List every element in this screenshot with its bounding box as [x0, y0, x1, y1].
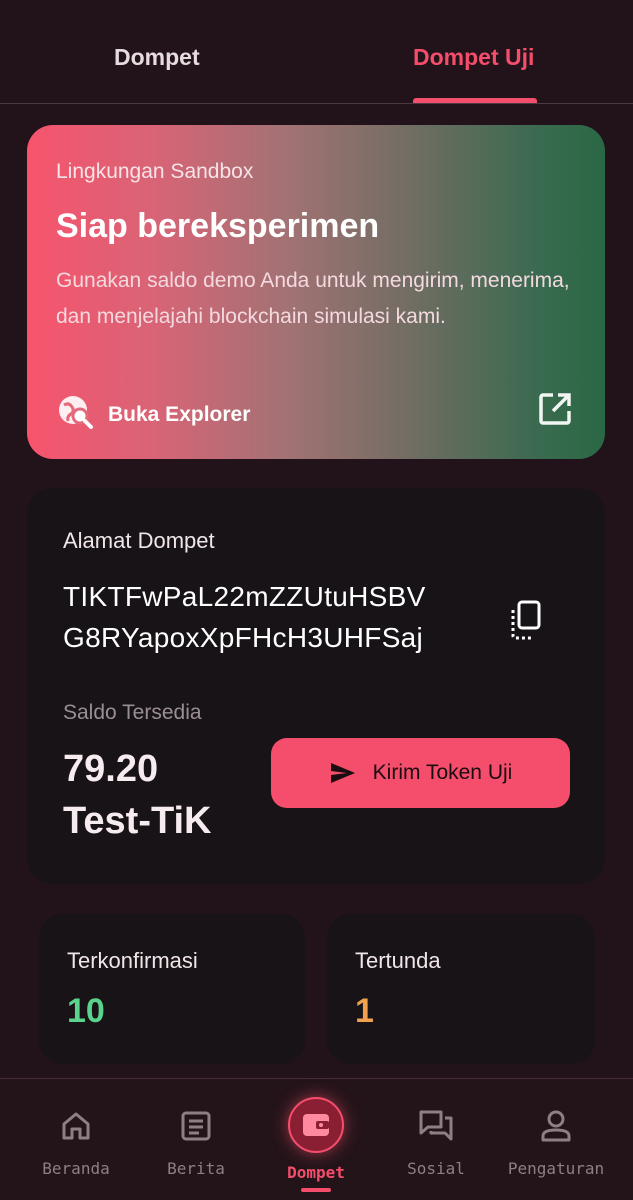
nav-label-news: Berita	[167, 1159, 225, 1178]
pending-stat-card: Tertunda 1	[327, 914, 595, 1064]
pending-label: Tertunda	[355, 948, 441, 973]
active-tab-indicator	[413, 98, 537, 103]
confirmed-value: 10	[67, 992, 105, 1030]
active-nav-indicator	[301, 1188, 331, 1192]
sandbox-title: Siap bereksperimen	[56, 207, 380, 245]
sandbox-label: Lingkungan Sandbox	[56, 160, 254, 183]
wallet-address-label: Alamat Dompet	[63, 528, 215, 553]
wallet-address-line-1: TIKTFwPaL22mZZUtuHSBV	[63, 581, 426, 612]
tab-wallet[interactable]: Dompet	[114, 44, 200, 71]
external-link-icon[interactable]	[537, 391, 573, 432]
wallet-address: TIKTFwPaL22mZZUtuHSBV G8RYapoxXpFHcH3UHF…	[63, 576, 483, 658]
send-test-token-button[interactable]: Kirim Token Uji	[271, 738, 570, 808]
nav-label-home: Beranda	[42, 1159, 110, 1178]
nav-item-settings[interactable]: Pengaturan	[493, 1079, 619, 1200]
open-explorer-label: Buka Explorer	[108, 402, 251, 426]
home-icon	[59, 1109, 93, 1148]
nav-label-wallet: Dompet	[287, 1163, 345, 1182]
confirmed-stat-card: Terkonfirmasi 10	[39, 914, 305, 1064]
pending-value: 1	[355, 992, 374, 1030]
balance-value: 79.20	[63, 748, 159, 790]
article-icon	[179, 1109, 213, 1148]
nav-item-home[interactable]: Beranda	[13, 1079, 139, 1200]
tab-test-wallet[interactable]: Dompet Uji	[413, 44, 534, 71]
wallet-icon	[288, 1097, 344, 1153]
wallet-card: Alamat Dompet TIKTFwPaL22mZZUtuHSBV G8RY…	[27, 488, 605, 884]
wallet-address-line-2: G8RYapoxXpFHcH3UHFSaj	[63, 622, 424, 653]
nav-item-news[interactable]: Berita	[133, 1079, 259, 1200]
sandbox-description: Gunakan saldo demo Anda untuk mengirim, …	[56, 269, 570, 328]
copy-icon[interactable]	[509, 600, 543, 645]
top-tab-bar: Dompet Dompet Uji	[0, 0, 633, 104]
person-icon	[539, 1109, 573, 1148]
nav-item-wallet[interactable]: Dompet	[253, 1079, 379, 1200]
sandbox-card: Lingkungan Sandbox Siap bereksperimen Gu…	[27, 125, 605, 459]
bottom-navigation: Beranda Berita Dompet Sosial Pengaturan	[0, 1078, 633, 1200]
open-explorer-link[interactable]: Buka Explorer	[56, 393, 250, 436]
confirmed-label: Terkonfirmasi	[67, 948, 198, 973]
send-icon	[330, 763, 355, 783]
globe-search-icon	[56, 393, 94, 436]
send-test-token-label: Kirim Token Uji	[372, 761, 513, 784]
nav-item-social[interactable]: Sosial	[373, 1079, 499, 1200]
balance-label: Saldo Tersedia	[63, 701, 202, 724]
chat-icon	[418, 1109, 454, 1148]
balance-unit: Test-TiK	[63, 800, 212, 842]
nav-label-social: Sosial	[407, 1159, 465, 1178]
balance-amount: 79.20 Test-TiK	[63, 743, 263, 847]
nav-label-settings: Pengaturan	[507, 1159, 605, 1178]
